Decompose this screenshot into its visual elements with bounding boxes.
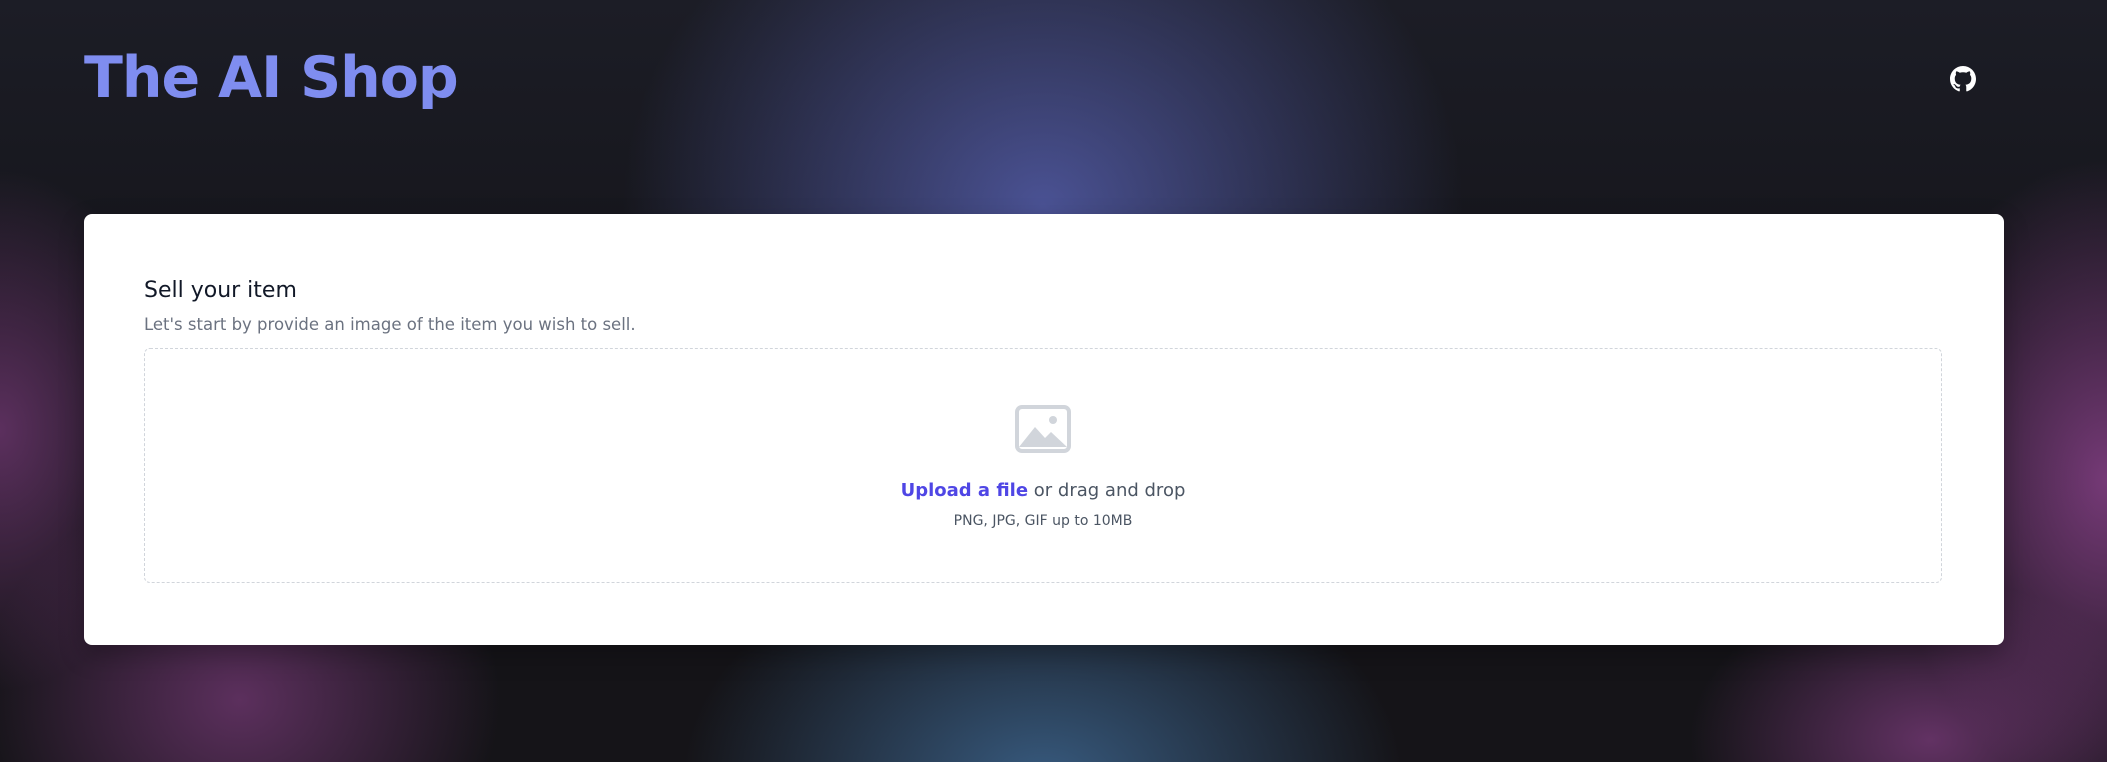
card-title: Sell your item <box>144 278 297 303</box>
photo-icon <box>1015 405 1071 453</box>
github-link[interactable] <box>1950 66 1976 92</box>
card-subtitle: Let's start by provide an image of the i… <box>144 315 636 334</box>
image-dropzone[interactable]: Upload a file or drag and drop PNG, JPG,… <box>144 348 1942 583</box>
upload-file-link[interactable]: Upload a file <box>901 480 1028 501</box>
site-header: The AI Shop <box>84 0 2107 170</box>
drag-drop-text: or drag and drop <box>1028 480 1186 501</box>
file-type-hint: PNG, JPG, GIF up to 10MB <box>953 513 1133 529</box>
sell-item-card: Sell your item Let's start by provide an… <box>84 214 2004 645</box>
github-icon <box>1950 66 1976 92</box>
upload-instructions: Upload a file or drag and drop <box>145 480 1941 501</box>
site-title: The AI Shop <box>84 45 459 111</box>
